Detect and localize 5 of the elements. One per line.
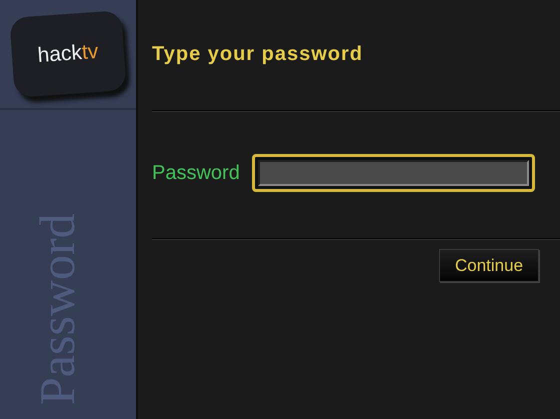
continue-button[interactable]: Continue [439,249,539,282]
logo-text: hack tv [36,39,100,70]
page-heading: Type your password [152,42,364,67]
password-field[interactable] [252,154,535,192]
field-label: Password [152,161,240,186]
